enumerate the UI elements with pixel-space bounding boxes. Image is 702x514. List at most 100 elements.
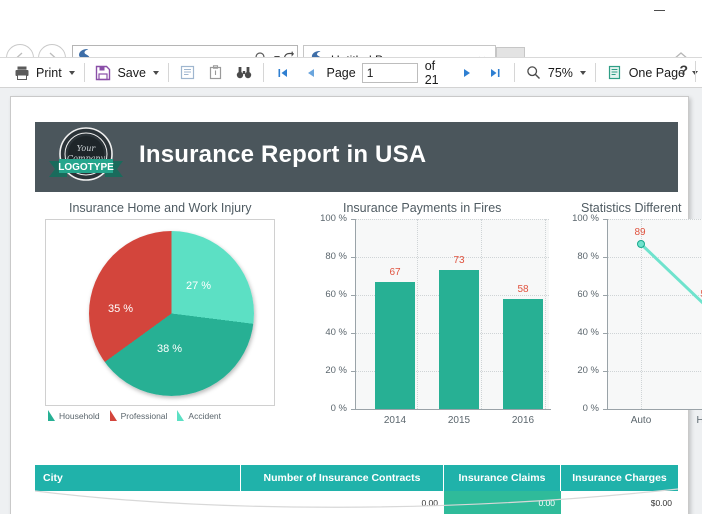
bar-2015 (439, 270, 479, 409)
y-axis-tick: 60 % (325, 289, 347, 300)
legend-label: Accident (188, 410, 222, 421)
page-view-icon (605, 63, 625, 83)
legend-item-accident: Accident (176, 410, 221, 421)
previous-page-icon (301, 63, 321, 83)
data-point-auto (637, 240, 645, 248)
gridline (355, 219, 549, 221)
save-label: Save (117, 65, 146, 80)
company-logo: Your Company LOGOTYPE (43, 125, 129, 189)
title-bar (0, 0, 702, 18)
navigation-bar: Untitled Page × (0, 18, 702, 73)
y-axis-tick: 100 % (320, 213, 347, 224)
y-axis (355, 219, 356, 410)
last-page-button[interactable] (481, 61, 509, 85)
pie-slice-label-accident: 27 % (186, 280, 212, 292)
legend-item-household: Household (47, 410, 100, 421)
y-axis-tick: 0 % (582, 403, 599, 414)
help-button[interactable]: ? (679, 62, 688, 78)
y-axis-tick: 80 % (325, 251, 347, 262)
legend-marker-icon (177, 410, 185, 421)
pie-slice-label-professional: 35 % (108, 303, 134, 315)
svg-text:LOGOTYPE: LOGOTYPE (58, 162, 114, 173)
chevron-down-icon[interactable] (152, 70, 159, 75)
bar-value-2014: 67 (389, 267, 401, 278)
legend-item-professional: Professional (109, 410, 168, 421)
y-axis-tick: 100 % (572, 213, 599, 224)
pie-chart-legend: Household Professional Accident (47, 410, 221, 421)
page-label: Page (326, 65, 356, 80)
report-canvas: Your Company LOGOTYPE Insurance Report i… (0, 88, 702, 514)
previous-page-button[interactable] (297, 61, 325, 85)
parameters-icon (206, 63, 226, 83)
y-axis-tick: 20 % (577, 365, 599, 376)
bookmarks-button[interactable] (174, 61, 202, 85)
bar-value-2015: 73 (453, 255, 465, 266)
print-label: Print (36, 65, 62, 80)
bar-2016 (503, 299, 543, 409)
toolbar-separator (695, 61, 696, 82)
gridline (417, 219, 419, 409)
gridline (545, 219, 547, 409)
svg-text:Your: Your (77, 144, 97, 153)
point-value-auto: 89 (634, 227, 646, 238)
x-axis-tick: Hom (696, 415, 702, 426)
browser-window: Untitled Page × Print Save (0, 0, 702, 514)
x-axis-tick: 2014 (383, 415, 407, 426)
y-axis-tick: 80 % (577, 251, 599, 262)
minimize-button[interactable] (646, 2, 672, 18)
legend-label: Professional (120, 410, 168, 421)
view-mode-label: One Page (628, 65, 685, 80)
point-value-home: 56 (689, 289, 702, 300)
parameters-button[interactable] (202, 61, 230, 85)
save-button[interactable]: Save (89, 61, 163, 85)
next-page-button[interactable] (453, 61, 481, 85)
chevron-down-icon[interactable] (579, 70, 586, 75)
bar-chart-title: Insurance Payments in Fires (343, 201, 502, 215)
toolbar-separator (594, 63, 596, 82)
legend-marker-icon (48, 410, 55, 421)
x-axis (355, 409, 551, 410)
page-count-label: of 21 (424, 58, 439, 87)
x-axis-tick: 2016 (511, 415, 535, 426)
legend-label: Household (59, 410, 100, 421)
bookmarks-icon (178, 63, 198, 83)
bar-value-2016: 58 (517, 284, 529, 295)
zoom-button[interactable]: 75% (520, 61, 590, 85)
y-axis-tick: 20 % (325, 365, 347, 376)
first-page-icon (273, 63, 293, 83)
binoculars-icon (234, 63, 254, 83)
find-button[interactable] (230, 61, 258, 85)
toolbar-separator (514, 63, 515, 82)
gridline (481, 219, 483, 409)
last-page-icon (485, 63, 505, 83)
first-page-button[interactable] (269, 61, 297, 85)
pie-slice-label-household: 38 % (157, 343, 183, 355)
zoom-label: 75% (547, 65, 573, 80)
chevron-down-icon[interactable] (68, 70, 75, 75)
magnifier-icon (524, 63, 544, 83)
toolbar-separator (262, 63, 264, 82)
x-axis-tick: Auto (630, 415, 652, 426)
y-axis-tick: 60 % (577, 289, 599, 300)
toolbar-separator (167, 63, 169, 82)
toolbar-separator (83, 63, 85, 82)
next-page-icon (457, 63, 477, 83)
page-number-input[interactable] (361, 62, 418, 83)
line-series (639, 242, 702, 305)
bar-2014 (375, 282, 415, 409)
floppy-disk-icon (93, 63, 113, 83)
print-button[interactable]: Print (8, 61, 79, 85)
legend-marker-icon (109, 410, 117, 421)
y-axis-tick: 0 % (330, 403, 347, 414)
pie-chart-frame: 27 % 38 % 35 % (45, 219, 275, 406)
report-page: Your Company LOGOTYPE Insurance Report i… (10, 96, 702, 514)
y-axis-tick: 40 % (577, 327, 599, 338)
x-axis-tick: 2015 (447, 415, 471, 426)
y-axis-tick: 40 % (325, 327, 347, 338)
divider-curve (35, 488, 678, 508)
page-title: Insurance Report in USA (139, 141, 427, 168)
printer-icon (12, 63, 32, 83)
pie-chart-title: Insurance Home and Work Injury (69, 201, 252, 215)
report-toolbar: Print Save Page 1 of 21 75% One Page (0, 57, 702, 88)
report-header-band: Your Company LOGOTYPE Insurance Report i… (35, 122, 678, 192)
